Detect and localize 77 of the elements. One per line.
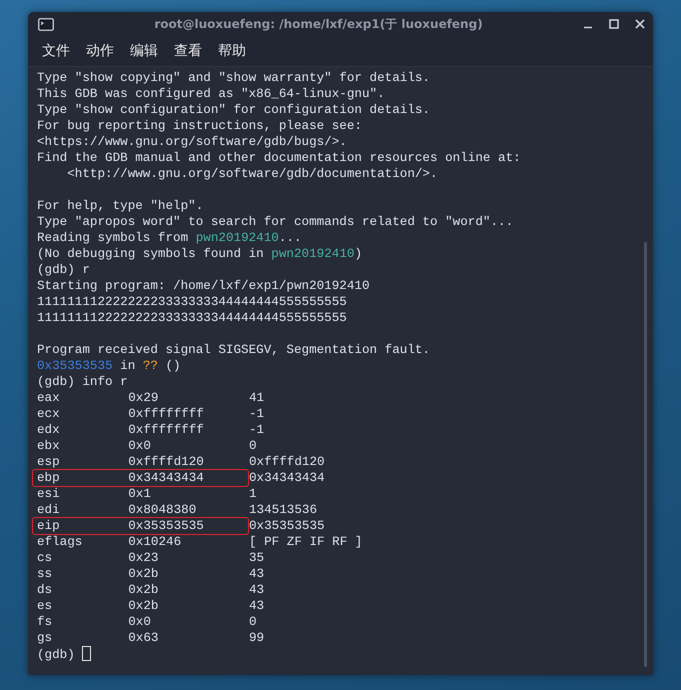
register-hex: 0x2b: [128, 566, 160, 582]
register-hex: 0x29: [128, 390, 160, 406]
register-hex: 0xffffd120: [128, 454, 205, 470]
register-value: [ PF ZF IF RF ]: [249, 534, 362, 550]
menu-item[interactable]: 帮助: [210, 38, 254, 64]
register-name: fs: [37, 614, 54, 630]
output-line: 0x35353535 in ?? (): [37, 359, 181, 373]
register-value: 43: [249, 566, 264, 582]
register-hex: 0xffffffff: [128, 406, 205, 422]
register-hex: 0x8048380: [128, 502, 198, 518]
register-name: eax: [37, 390, 61, 406]
register-hex: 0x35353535: [128, 518, 205, 534]
maximize-icon[interactable]: [609, 19, 619, 29]
output-line: For bug reporting instructions, please see:: [37, 119, 362, 133]
scrollbar-thumb[interactable]: [644, 242, 647, 667]
register-value: 0x34343434: [249, 470, 325, 486]
register-value: 0xffffd120: [249, 454, 325, 470]
output-line: For help, type "help".: [37, 199, 204, 213]
menu-item[interactable]: 编辑: [122, 38, 166, 64]
register-value: -1: [249, 406, 264, 422]
menu-item[interactable]: 动作: [78, 38, 122, 64]
register-value: 41: [249, 390, 264, 406]
window-title: root@luoxuefeng: /home/lxf/exp1(于 luoxuefeng): [153, 16, 484, 33]
register-value: 0: [249, 438, 257, 454]
output-line: Starting program: /home/lxf/exp1/pwn20192410: [37, 279, 370, 293]
output-line: Reading symbols from pwn20192410...: [37, 231, 302, 245]
register-name: ds: [37, 582, 54, 598]
register-name: esp: [37, 454, 61, 470]
register-name: ecx: [37, 406, 61, 422]
register-name: gs: [37, 630, 54, 646]
register-name: edi: [37, 502, 61, 518]
output-line: 11111111222222223333333344444444555555555: [37, 311, 347, 325]
register-hex: 0x2b: [128, 582, 160, 598]
register-hex: 0x0: [128, 614, 152, 630]
output-line: 11111111222222223333333344444444555555555: [37, 295, 347, 309]
output-line: Type "show configuration" for configuration details.: [37, 103, 430, 117]
output-line: <https://www.gnu.org/software/gdb/bugs/>.: [37, 135, 347, 149]
register-value: 43: [249, 598, 264, 614]
register-hex: 0x23: [128, 550, 160, 566]
output-line: (No debugging symbols found in pwn20192410): [37, 247, 362, 261]
register-hex: 0x34343434: [128, 470, 205, 486]
register-name: eip: [37, 518, 61, 534]
register-value: 99: [249, 630, 264, 646]
register-value: -1: [249, 422, 264, 438]
register-name: edx: [37, 422, 61, 438]
close-icon[interactable]: [635, 19, 645, 29]
register-value: 43: [249, 582, 264, 598]
register-name: eflags: [37, 534, 84, 550]
output-line: Find the GDB manual and other documentation resources online at:: [37, 151, 521, 165]
output-line: Type "apropos word" to search for commands related to "word"...: [37, 215, 514, 229]
register-name: ebx: [37, 438, 61, 454]
output-line: (gdb) info r: [37, 375, 128, 389]
menu-item[interactable]: 查看: [166, 38, 210, 64]
register-name: esi: [37, 486, 61, 502]
register-name: ss: [37, 566, 54, 582]
register-name: cs: [37, 550, 54, 566]
register-hex: 0x10246: [128, 534, 182, 550]
output-line: (gdb) r: [37, 263, 90, 277]
register-value: 0x35353535: [249, 518, 325, 534]
register-name: es: [37, 598, 54, 614]
register-name: ebp: [37, 470, 61, 486]
register-hex: 0xffffffff: [128, 422, 205, 438]
output-line: Type "show copying" and "show warranty" for details.: [37, 71, 430, 85]
output-line: This GDB was configured as "x86_64-linux-gnu".: [37, 87, 385, 101]
output-line: <http://www.gnu.org/software/gdb/documentation/>.: [66, 167, 438, 181]
register-hex: 0x1: [128, 486, 152, 502]
prompt: (gdb): [37, 648, 75, 662]
menu-item[interactable]: 文件: [34, 38, 78, 64]
register-value: 0: [249, 614, 257, 630]
output-line: Program received signal SIGSEGV, Segmentation fault.: [37, 343, 430, 357]
register-value: 35: [249, 550, 264, 566]
terminal-icon: [38, 18, 54, 30]
register-hex: 0x63: [128, 630, 160, 646]
register-hex: 0x2b: [128, 598, 160, 614]
register-hex: 0x0: [128, 438, 152, 454]
register-value: 1: [249, 486, 257, 502]
register-value: 134513536: [249, 502, 318, 518]
